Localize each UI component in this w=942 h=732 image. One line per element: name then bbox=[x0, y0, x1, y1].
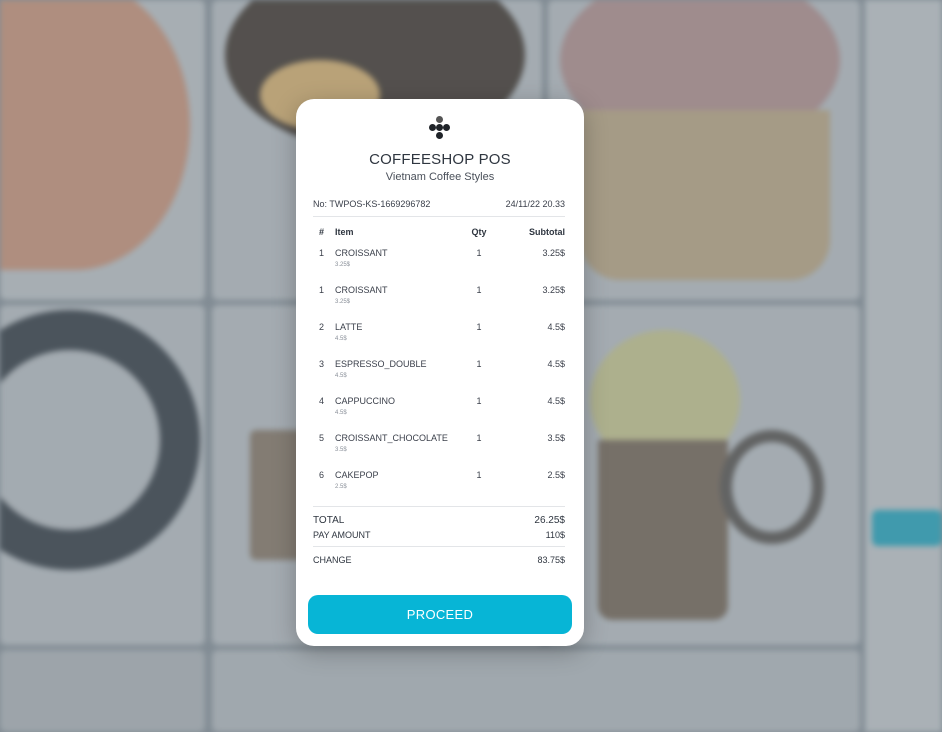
row-item-price: 4.5$ bbox=[335, 410, 347, 416]
items-table-header: # Item Qty Subtotal bbox=[313, 227, 565, 239]
row-number: 6 bbox=[319, 470, 325, 480]
row-subtotal: 3.25$ bbox=[542, 285, 565, 295]
row-qty: 1 bbox=[476, 433, 482, 443]
row-item-name: CROISSANT bbox=[335, 285, 388, 295]
table-row: 3 ESPRESSO_DOUBLE 4.5$ 1 4.5$ bbox=[313, 359, 565, 396]
header-qty: Qty bbox=[471, 227, 487, 237]
row-qty: 1 bbox=[476, 359, 482, 369]
receipt-subtitle: Vietnam Coffee Styles bbox=[385, 171, 495, 183]
row-qty: 1 bbox=[476, 322, 482, 332]
table-row: 1 CROISSANT 3.25$ 1 3.25$ bbox=[313, 248, 565, 285]
row-number: 1 bbox=[319, 248, 325, 258]
pay-amount-value: 110$ bbox=[545, 530, 565, 540]
row-item-name: CAPPUCCINO bbox=[335, 396, 396, 406]
total-value: 26.25$ bbox=[534, 515, 565, 526]
receipt-datetime: 24/11/22 20.33 bbox=[505, 199, 565, 209]
row-number: 2 bbox=[319, 322, 325, 332]
row-item-price: 2.5$ bbox=[335, 484, 347, 490]
items-table-body: 1 CROISSANT 3.25$ 1 3.25$ 1 CROISSANT 3.… bbox=[313, 248, 565, 507]
row-subtotal: 3.25$ bbox=[542, 248, 565, 258]
row-item-name: ESPRESSO_DOUBLE bbox=[335, 359, 427, 369]
row-number: 5 bbox=[319, 433, 325, 443]
divider bbox=[313, 216, 565, 217]
divider bbox=[313, 506, 565, 507]
row-subtotal: 2.5$ bbox=[547, 470, 565, 480]
row-item-name: LATTE bbox=[335, 322, 363, 332]
row-item-price: 3.25$ bbox=[335, 299, 351, 305]
row-number: 4 bbox=[319, 396, 325, 406]
change-label: CHANGE bbox=[313, 555, 352, 565]
divider bbox=[313, 546, 565, 547]
row-number: 3 bbox=[319, 359, 325, 369]
table-row: 2 LATTE 4.5$ 1 4.5$ bbox=[313, 322, 565, 359]
table-row: 4 CAPPUCCINO 4.5$ 1 4.5$ bbox=[313, 396, 565, 433]
row-item-price: 3.25$ bbox=[335, 262, 351, 268]
header-number: # bbox=[319, 227, 325, 237]
coffeeshop-logo-icon bbox=[427, 116, 453, 142]
header-item: Item bbox=[335, 227, 354, 237]
row-qty: 1 bbox=[476, 285, 482, 295]
receipt-title: COFFEESHOP POS bbox=[369, 151, 511, 168]
table-row: 5 CROISSANT_CHOCOLATE 3.5$ 1 3.5$ bbox=[313, 433, 565, 470]
change-value: 83.75$ bbox=[537, 555, 565, 565]
receipt-modal: COFFEESHOP POS Vietnam Coffee Styles No:… bbox=[296, 99, 584, 646]
receipt-number: No: TWPOS-KS-1669296782 bbox=[313, 199, 431, 209]
row-subtotal: 3.5$ bbox=[547, 433, 565, 443]
row-item-price: 3.5$ bbox=[335, 447, 347, 453]
row-qty: 1 bbox=[476, 248, 482, 258]
row-subtotal: 4.5$ bbox=[547, 396, 565, 406]
proceed-button[interactable]: PROCEED bbox=[308, 595, 572, 634]
row-number: 1 bbox=[319, 285, 325, 295]
header-subtotal: Subtotal bbox=[529, 227, 565, 237]
receipt-meta: No: TWPOS-KS-1669296782 24/11/22 20.33 bbox=[313, 199, 565, 209]
row-subtotal: 4.5$ bbox=[547, 359, 565, 369]
total-label: TOTAL bbox=[313, 515, 345, 526]
pay-amount-label: PAY AMOUNT bbox=[313, 530, 371, 540]
row-qty: 1 bbox=[476, 396, 482, 406]
row-subtotal: 4.5$ bbox=[547, 322, 565, 332]
row-qty: 1 bbox=[476, 470, 482, 480]
row-item-price: 4.5$ bbox=[335, 336, 347, 342]
row-item-name: CAKEPOP bbox=[335, 470, 379, 480]
row-item-name: CROISSANT_CHOCOLATE bbox=[335, 433, 448, 443]
table-row: 1 CROISSANT 3.25$ 1 3.25$ bbox=[313, 285, 565, 322]
row-item-name: CROISSANT bbox=[335, 248, 388, 258]
table-row: 6 CAKEPOP 2.5$ 1 2.5$ bbox=[313, 470, 565, 507]
row-item-price: 4.5$ bbox=[335, 373, 347, 379]
